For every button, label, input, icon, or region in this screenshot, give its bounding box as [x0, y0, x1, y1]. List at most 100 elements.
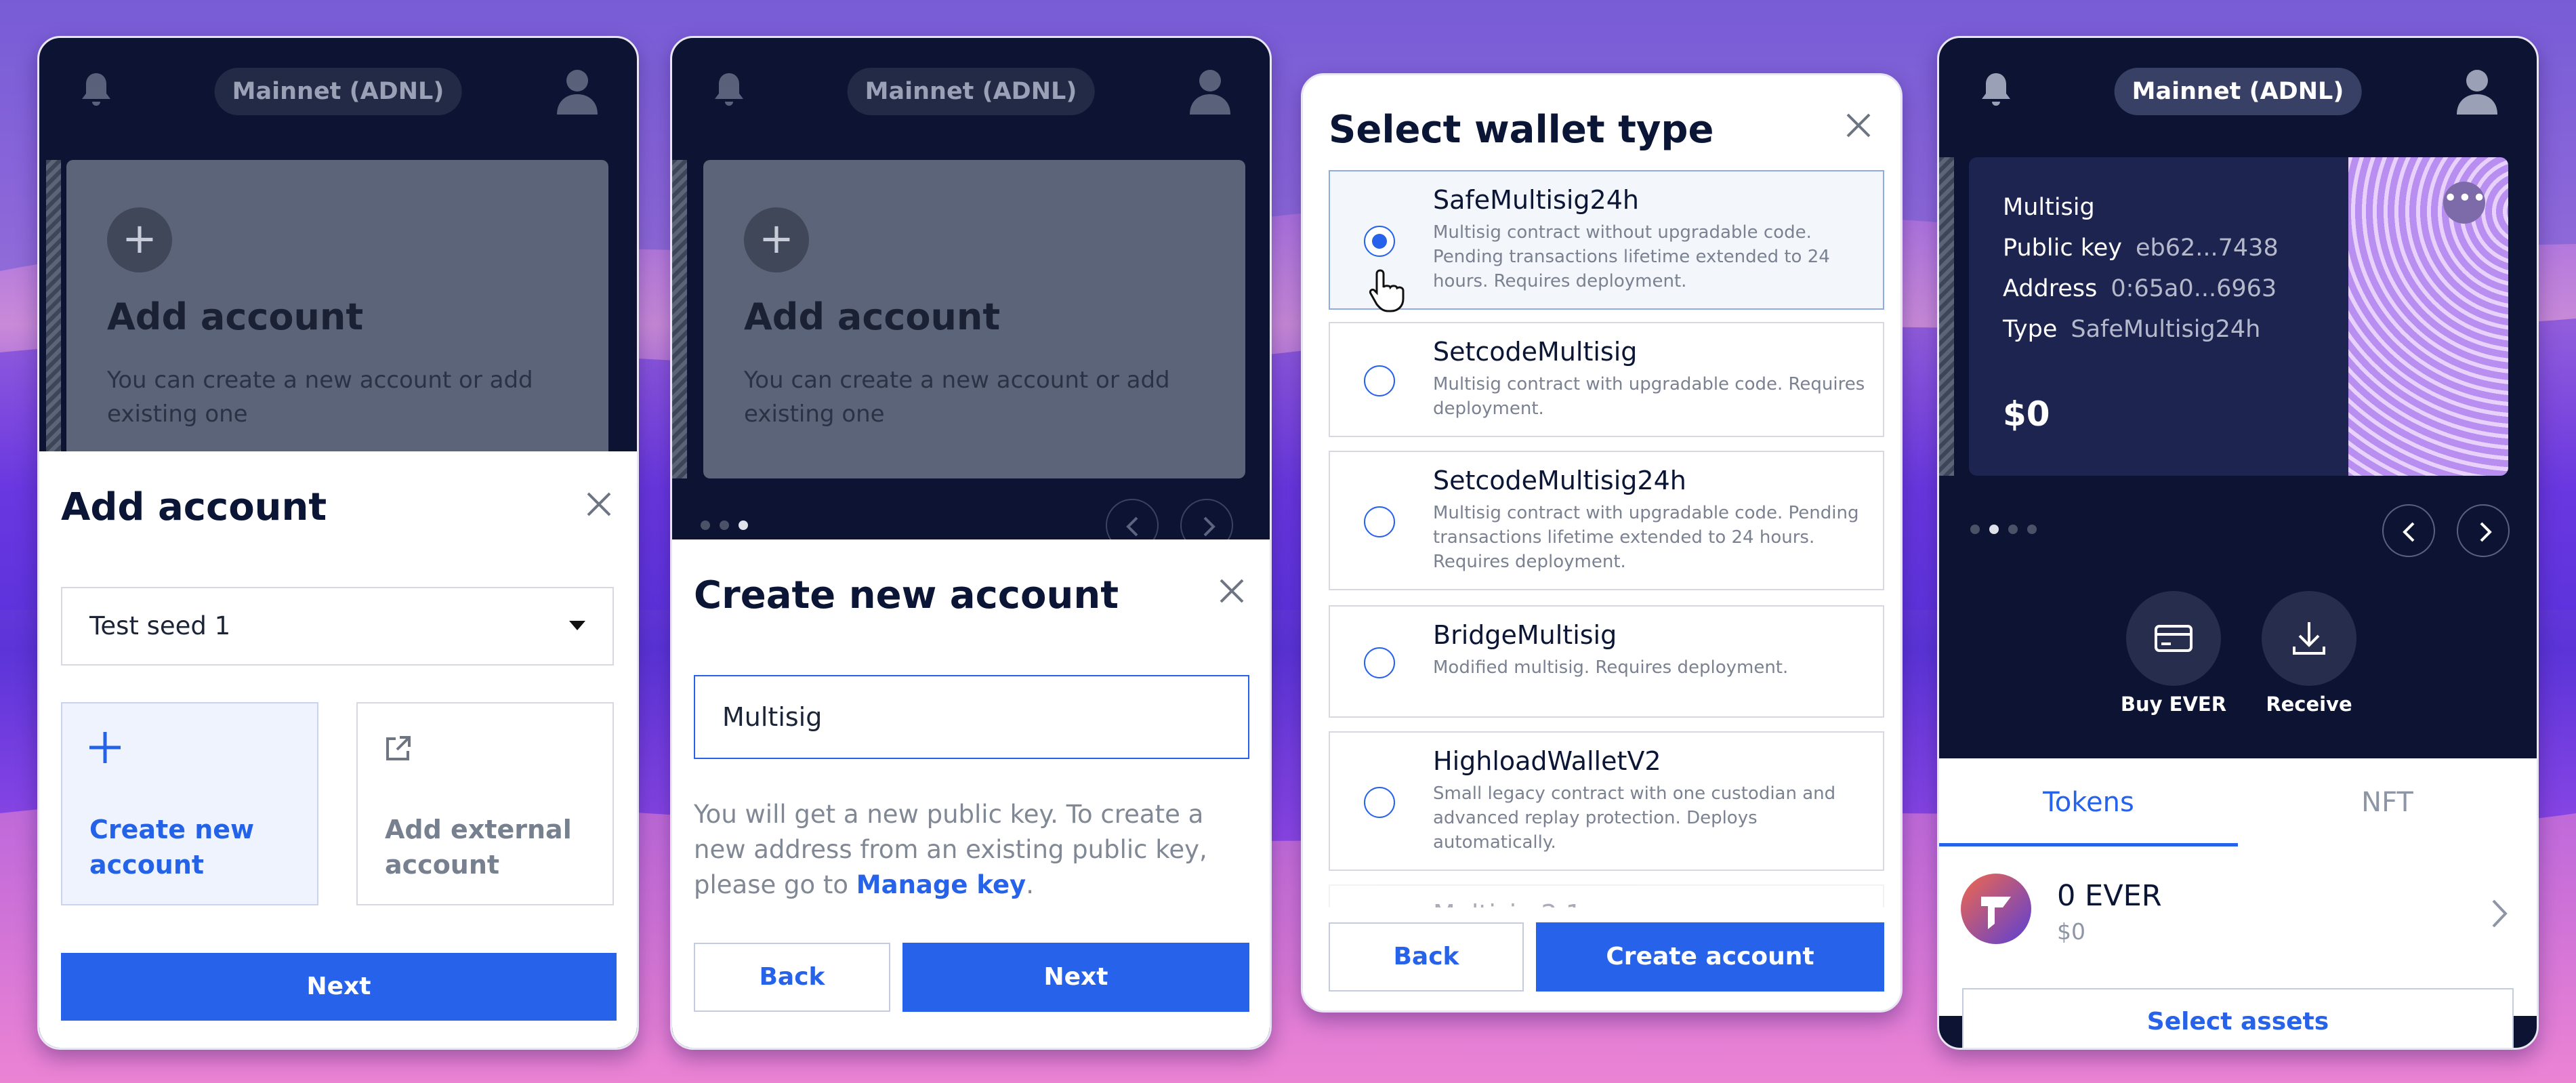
option-label: Add external account — [385, 815, 572, 880]
carousel-dot[interactable] — [739, 520, 748, 530]
carousel-edge — [672, 160, 687, 478]
radio-button[interactable] — [1364, 647, 1395, 678]
next-button[interactable]: Next — [61, 953, 617, 1021]
hand-cursor-icon — [1369, 269, 1405, 312]
bell-icon[interactable] — [80, 72, 112, 108]
seed-select-value: Test seed 1 — [89, 611, 231, 640]
radio-button[interactable] — [1364, 226, 1395, 257]
carousel-edge — [1939, 157, 1954, 476]
tab-nft[interactable]: NFT — [2238, 758, 2537, 846]
chevron-right-icon — [1203, 516, 1216, 537]
carousel-dots — [1970, 525, 2037, 534]
more-icon[interactable]: ••• — [2443, 182, 2487, 224]
carousel-next-button[interactable] — [2457, 504, 2510, 557]
download-icon — [2293, 622, 2325, 655]
wallet-description: Small legacy contract with one custodian… — [1433, 783, 1836, 853]
panel-select-wallet-type: Select wallet type SafeMultisig24h Multi… — [1301, 73, 1903, 1013]
bell-icon[interactable] — [713, 72, 745, 108]
panel-account-dashboard: Mainnet (ADNL) ••• Multisig Public key eb… — [1937, 36, 2539, 1050]
chevron-left-icon — [2403, 522, 2415, 542]
tab-tokens[interactable]: Tokens — [1939, 758, 2238, 846]
next-button[interactable]: Next — [902, 943, 1249, 1012]
user-icon[interactable] — [1190, 68, 1230, 115]
plus-icon — [89, 732, 121, 763]
chevron-right-icon — [2492, 899, 2508, 928]
network-selector[interactable]: Mainnet (ADNL) — [2114, 68, 2362, 115]
close-icon[interactable] — [1844, 110, 1873, 140]
card-description: You can create a new account or add exis… — [744, 367, 1170, 428]
radio-button[interactable] — [1364, 506, 1395, 537]
wallet-name: BridgeMultisig — [1433, 620, 1617, 650]
carousel-edge — [46, 160, 61, 478]
user-icon[interactable] — [557, 68, 598, 115]
wallet-option-highloadwalletv2[interactable]: HighloadWalletV2 Small legacy contract w… — [1329, 731, 1884, 871]
network-selector[interactable]: Mainnet (ADNL) — [847, 68, 1095, 115]
chevron-down-icon — [569, 621, 585, 630]
close-icon[interactable] — [1217, 576, 1247, 606]
carousel-dot[interactable] — [701, 520, 710, 530]
receive-label: Receive — [2266, 693, 2352, 716]
create-account-sheet: Create new account Multisig You will get… — [672, 539, 1270, 1048]
wallet-description: Multisig contract with upgradable code. … — [1433, 503, 1859, 572]
token-usd-value: $0 — [2057, 918, 2085, 945]
wallet-description: Modified multisig. Requires deployment. — [1433, 657, 1789, 678]
sheet-title: Create new account — [694, 573, 1119, 617]
back-button[interactable]: Back — [1329, 922, 1524, 992]
manage-key-link[interactable]: Manage key — [856, 870, 1026, 899]
carousel-dot[interactable] — [1970, 525, 1980, 534]
carousel-dot[interactable] — [720, 520, 729, 530]
account-card[interactable]: ••• Multisig Public key eb62...7438 Addre… — [1969, 157, 2508, 476]
plus-icon: + — [744, 207, 809, 272]
user-icon[interactable] — [2457, 68, 2497, 115]
card-description: You can create a new account or add exis… — [107, 367, 533, 428]
wallet-option-safemultisig24h[interactable]: SafeMultisig24h Multisig contract withou… — [1329, 170, 1884, 312]
wallet-name: SetcodeMultisig24h — [1433, 466, 1686, 495]
network-selector[interactable]: Mainnet (ADNL) — [214, 68, 462, 115]
dialog-title: Select wallet type — [1329, 108, 1714, 152]
carousel-dot[interactable] — [2008, 525, 2018, 534]
wallet-description: Multisig contract with upgradable code. … — [1433, 374, 1865, 419]
panel-add-account: Mainnet (ADNL) + Add account You can cre… — [37, 36, 639, 1050]
external-link-icon — [386, 736, 411, 760]
ever-token-icon — [1961, 874, 2031, 944]
chevron-left-icon — [1126, 516, 1138, 537]
carousel-dot[interactable] — [1989, 525, 1999, 534]
seed-select[interactable]: Test seed 1 — [61, 587, 614, 666]
wallet-option-setcodemultisig24h[interactable]: SetcodeMultisig24h Multisig contract wit… — [1329, 451, 1884, 590]
type-row: Type SafeMultisig24h — [2003, 316, 2261, 343]
create-new-account-option[interactable]: Create new account — [61, 702, 318, 905]
dialog-footer: Back Create account — [1303, 907, 1900, 1010]
add-account-card: + Add account You can create a new accou… — [66, 160, 608, 478]
radio-button[interactable] — [1364, 787, 1395, 818]
asset-tabs: Tokens NFT — [1939, 758, 2537, 848]
close-icon[interactable] — [584, 489, 614, 519]
top-bar: Mainnet (ADNL) — [39, 38, 637, 146]
card-icon — [2155, 625, 2193, 652]
create-account-button[interactable]: Create account — [1536, 922, 1884, 992]
sheet-title: Add account — [61, 485, 327, 529]
wallet-name: HighloadWalletV2 — [1433, 746, 1661, 776]
radio-button[interactable] — [1364, 365, 1395, 396]
account-balance: $0 — [2003, 394, 2050, 434]
carousel-prev-button[interactable] — [2382, 504, 2435, 557]
add-account-sheet: Add account Test seed 1 Create new accou… — [39, 451, 637, 1048]
receive-button[interactable] — [2262, 591, 2356, 686]
back-button[interactable]: Back — [694, 943, 890, 1012]
wallet-name: SetcodeMultisig — [1433, 337, 1638, 367]
bell-icon[interactable] — [1980, 72, 2012, 108]
plus-icon: + — [107, 207, 172, 272]
add-external-account-option[interactable]: Add external account — [356, 702, 614, 905]
card-title: Add account — [107, 295, 364, 338]
buy-ever-label: Buy EVER — [2120, 693, 2227, 716]
account-name: Multisig — [2003, 194, 2095, 221]
chevron-right-icon — [2480, 522, 2492, 542]
card-title: Add account — [744, 295, 1001, 338]
select-assets-button[interactable]: Select assets — [1962, 988, 2514, 1048]
token-amount: 0 EVER — [2057, 879, 2162, 913]
wallet-option-setcodemultisig[interactable]: SetcodeMultisig Multisig contract with u… — [1329, 322, 1884, 437]
wallet-option-bridgemultisig[interactable]: BridgeMultisig Modified multisig. Requir… — [1329, 605, 1884, 718]
buy-ever-button[interactable] — [2126, 591, 2221, 686]
carousel-dot[interactable] — [2027, 525, 2037, 534]
account-name-input[interactable]: Multisig — [694, 675, 1249, 759]
top-bar: Mainnet (ADNL) — [672, 38, 1270, 146]
